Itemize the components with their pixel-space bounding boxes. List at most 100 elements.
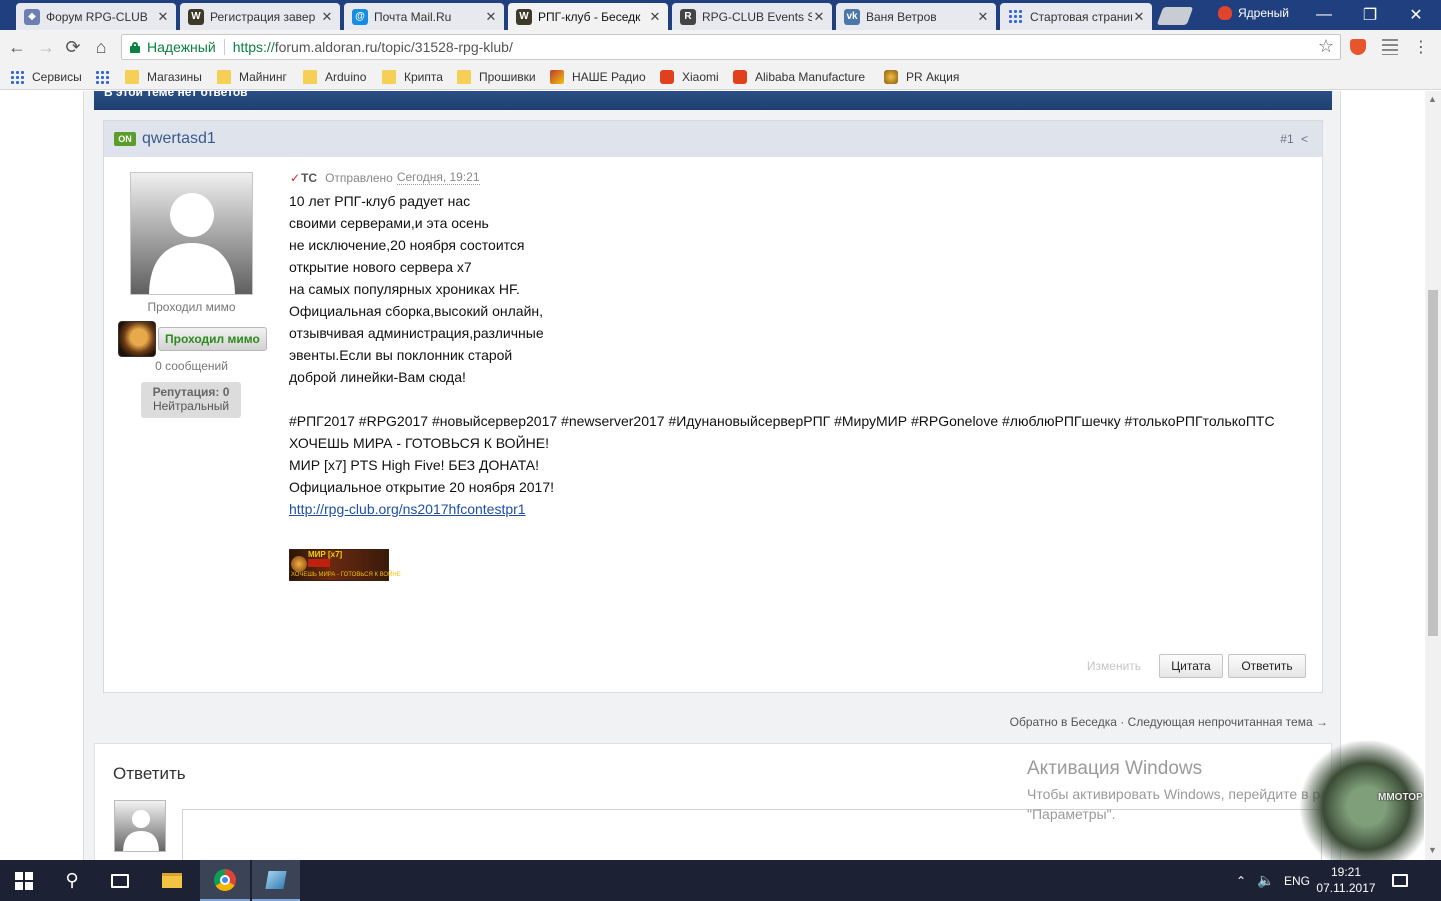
tab-title: Регистрация завер xyxy=(210,9,316,24)
url-text: forum.aldoran.ru/topic/31528-rpg-klub/ xyxy=(274,39,513,55)
profile-name: Ядреный xyxy=(1238,6,1289,20)
page-scrollbar[interactable]: ▲ ▼ xyxy=(1425,91,1441,860)
bookmark-folder-firmware[interactable]: Прошивки xyxy=(457,68,536,86)
bookmark-folder-mining[interactable]: Майнинг xyxy=(217,68,287,86)
post-number-link[interactable]: #1 < xyxy=(1280,132,1308,146)
banner-tag-box xyxy=(308,559,330,567)
show-hidden-icons-icon[interactable]: ⌃ xyxy=(1236,860,1246,901)
close-tab-icon[interactable]: ✕ xyxy=(156,9,170,25)
app-taskbar-icon[interactable] xyxy=(252,860,300,901)
tab-start-page[interactable]: Стартовая страниц ✕ xyxy=(1000,3,1152,30)
scrollbar-thumb[interactable] xyxy=(1428,290,1438,636)
tab-rpg-club-events[interactable]: R RPG-CLUB Events S ✕ xyxy=(672,3,832,30)
close-window-icon[interactable]: ✕ xyxy=(1393,0,1439,30)
task-view-icon[interactable] xyxy=(96,860,144,901)
home-icon[interactable]: ⌂ xyxy=(90,36,112,58)
bookmark-xiaomi[interactable]: Xiaomi xyxy=(660,68,719,86)
edit-button[interactable]: Изменить xyxy=(1082,654,1146,678)
bookmark-pr-action[interactable]: PR Акция xyxy=(884,68,959,86)
tab-mail-ru[interactable]: @ Почта Mail.Ru ✕ xyxy=(344,3,504,30)
minimize-icon[interactable]: — xyxy=(1301,0,1347,30)
forward-arrow-icon[interactable]: → xyxy=(35,36,57,58)
close-tab-icon[interactable]: ✕ xyxy=(812,9,826,25)
browser-tab-strip: ◆ Форум RPG-CLUB ✕ W Регистрация завер ✕… xyxy=(0,0,1441,30)
new-tab-button[interactable] xyxy=(1156,7,1194,25)
close-tab-icon[interactable]: ✕ xyxy=(648,9,662,25)
search-icon[interactable]: ⚲ xyxy=(48,860,96,901)
post-external-link[interactable]: http://rpg-club.org/ns2017hfcontestpr1 xyxy=(289,501,526,517)
windows-taskbar: ⚲ ⌃ 🔈 ENG 19:21 07.11.2017 xyxy=(0,860,1441,901)
quote-button[interactable]: Цитата xyxy=(1159,654,1223,678)
restore-icon[interactable]: ❐ xyxy=(1347,0,1393,30)
address-bar[interactable]: Надежный https:// forum.aldoran.ru/topic… xyxy=(121,34,1341,60)
close-tab-icon[interactable]: ✕ xyxy=(320,9,334,25)
volume-icon[interactable]: 🔈 xyxy=(1257,860,1274,901)
action-center-icon[interactable] xyxy=(1392,860,1408,901)
start-button[interactable] xyxy=(0,860,48,901)
tab-title: Почта Mail.Ru xyxy=(374,9,452,24)
banner-emblem-icon xyxy=(291,556,307,572)
brave-shield-icon[interactable] xyxy=(1350,39,1366,55)
post-text-line xyxy=(289,388,1275,410)
next-unread-topic-link[interactable]: Следующая непрочитанная тема xyxy=(1128,715,1313,729)
post-author-link[interactable]: qwertasd1 xyxy=(142,130,216,148)
windows-activation-watermark: Активация Windows Чтобы активировать Win… xyxy=(1027,758,1342,824)
scroll-down-arrow-icon[interactable]: ▼ xyxy=(1428,845,1437,855)
reputation-level: Нейтральный xyxy=(152,399,230,413)
bookmark-apps[interactable] xyxy=(95,68,117,86)
post-count[interactable]: 0 сообщений xyxy=(104,359,279,373)
reply-button[interactable]: Ответить xyxy=(1228,654,1306,678)
author-avatar[interactable] xyxy=(130,172,253,295)
back-arrow-icon[interactable]: ← xyxy=(6,36,28,58)
bookmark-nashe-radio[interactable]: НАШЕ Радио xyxy=(550,68,646,86)
bookmark-label: Alibaba Manufacture xyxy=(755,70,866,84)
bookmark-services[interactable]: Сервисы xyxy=(10,68,82,86)
bookmark-star-icon[interactable]: ☆ xyxy=(1318,36,1334,57)
folder-icon xyxy=(217,70,231,84)
pr-icon xyxy=(884,70,898,84)
topic-starter-label: ТС xyxy=(301,170,318,185)
post-date: Сегодня, 19:21 xyxy=(396,170,480,185)
mmotop-overlay-widget[interactable]: ММОТОР xyxy=(1296,741,1424,860)
reload-icon[interactable]: ⟳ xyxy=(62,36,84,58)
tab-registration[interactable]: W Регистрация завер ✕ xyxy=(180,3,340,30)
tab-forum-rpg-club[interactable]: ◆ Форум RPG-CLUB ✕ xyxy=(16,3,176,30)
bookmark-label: Arduino xyxy=(325,70,367,84)
bookmark-folder-shops[interactable]: Магазины xyxy=(125,68,202,86)
tab-rpg-club-active[interactable]: W РПГ-клуб - Беседк ✕ xyxy=(508,3,668,30)
post-text-line: открытие нового сервера х7 xyxy=(289,259,472,275)
system-clock[interactable]: 19:21 07.11.2017 xyxy=(1316,864,1376,896)
bookmark-folder-crypto[interactable]: Крипта xyxy=(382,68,443,86)
wow-favicon-icon: W xyxy=(516,8,532,25)
page-viewport: В этой теме нет ответов ON qwertasd1 #1 … xyxy=(0,91,1425,860)
server-promo-banner-image[interactable]: МИР [x7] ХОЧЕШЬ МИРА - ГОТОВЬСЯ К ВОЙНЕ xyxy=(289,549,401,581)
activation-text: "Параметры". xyxy=(1027,806,1116,822)
xiaomi-icon xyxy=(660,70,674,84)
profile-button[interactable]: Ядреный xyxy=(1218,6,1289,20)
omnibox-divider xyxy=(223,39,225,55)
tab-vk-vanya[interactable]: vk Ваня Ветров ✕ xyxy=(836,3,996,30)
close-tab-icon[interactable]: ✕ xyxy=(1132,9,1146,25)
bookmark-alibaba[interactable]: Alibaba Manufacture xyxy=(733,68,871,86)
close-tab-icon[interactable]: ✕ xyxy=(484,9,498,25)
scroll-up-arrow-icon[interactable]: ▲ xyxy=(1428,94,1437,104)
close-tab-icon[interactable]: ✕ xyxy=(976,9,990,25)
chrome-taskbar-icon[interactable] xyxy=(200,860,250,901)
thread-header-bar: В этой теме нет ответов xyxy=(94,91,1332,110)
file-explorer-icon[interactable] xyxy=(148,860,196,901)
bookmark-folder-arduino[interactable]: Arduino xyxy=(303,68,366,86)
extension-icon[interactable] xyxy=(1382,39,1398,55)
bookmark-label: Xiaomi xyxy=(682,70,719,84)
thread-status-text: В этой теме нет ответов xyxy=(104,91,248,99)
input-language[interactable]: ENG xyxy=(1284,860,1310,901)
share-icon[interactable]: < xyxy=(1301,132,1308,146)
thread-navigation: Обратно в Беседка · Следующая непрочитан… xyxy=(1010,715,1328,729)
wow-favicon-icon: W xyxy=(188,8,204,25)
mmotop-logo-text: ММОТОР xyxy=(1378,792,1423,803)
vk-favicon-icon: vk xyxy=(844,8,860,25)
back-to-forum-link[interactable]: Обратно в Беседка xyxy=(1010,715,1117,729)
tab-title: RPG-CLUB Events S xyxy=(702,9,812,24)
banner-slogan: ХОЧЕШЬ МИРА - ГОТОВЬСЯ К ВОЙНЕ xyxy=(291,572,401,578)
menu-dots-icon[interactable]: ⋮ xyxy=(1410,36,1432,58)
secure-label: Надежный xyxy=(147,39,216,55)
